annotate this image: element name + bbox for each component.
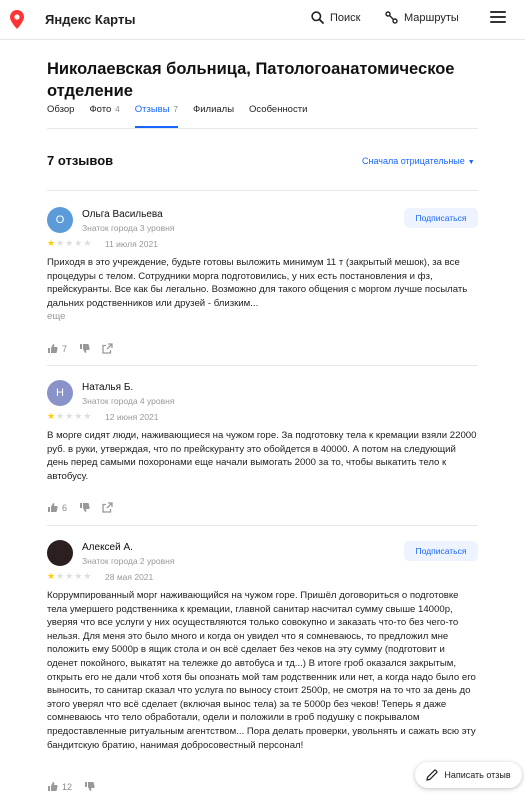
like-count: 6 (62, 502, 68, 513)
thumbs-down-icon (85, 782, 95, 791)
like-button[interactable]: 12 (47, 781, 72, 792)
like-button[interactable]: 7 (47, 343, 67, 354)
write-review-button[interactable]: Написать отзыв (415, 762, 522, 788)
review-card: О Ольга Васильева Знаток города 3 уровня… (47, 207, 478, 357)
review-text-body: Коррумпированный морг наживающийся на чу… (47, 590, 476, 751)
review-actions: 6 (47, 502, 125, 513)
logo-text[interactable]: Яндекс Карты (45, 12, 135, 27)
tab-label: Отзывы (134, 104, 170, 115)
review-rating: ★ ★ ★ ★ ★ (47, 238, 91, 249)
review-author[interactable]: Ольга Васильева (82, 209, 163, 220)
tab-features[interactable]: Особенности (249, 104, 307, 128)
avatar[interactable]: Н (47, 380, 73, 406)
sort-label: Сначала отрицательные (362, 156, 465, 166)
review-divider (47, 190, 478, 191)
avatar[interactable]: О (47, 207, 73, 233)
review-actions: 12 (47, 781, 107, 792)
tab-photos[interactable]: Фото 4 (89, 104, 119, 128)
thumbs-down-icon (80, 503, 90, 512)
share-button[interactable] (102, 343, 113, 354)
review-date: 28 мая 2021 (105, 572, 154, 582)
review-rating: ★ ★ ★ ★ ★ (47, 411, 91, 422)
star-empty-icon: ★ (65, 238, 74, 248)
tab-label: Фото (89, 104, 112, 115)
review-author[interactable]: Алексей А. (82, 542, 133, 553)
thumbs-up-icon (48, 344, 58, 353)
review-text-body: Приходя в это учреждение, будьте готовы … (47, 257, 468, 309)
hamburger-menu-icon[interactable] (484, 8, 512, 30)
review-date: 12 июня 2021 (105, 412, 159, 422)
star-empty-icon: ★ (65, 411, 74, 421)
page-title: Николаевская больница, Патологоанатомиче… (47, 60, 455, 100)
sort-dropdown[interactable]: Сначала отрицательные ▼ (362, 156, 475, 166)
star-filled-icon: ★ (47, 571, 56, 581)
like-count: 7 (62, 343, 68, 354)
review-divider (47, 365, 478, 366)
star-empty-icon: ★ (56, 411, 65, 421)
tab-overview[interactable]: Обзор (47, 104, 74, 128)
star-empty-icon: ★ (56, 238, 65, 248)
tab-reviews[interactable]: Отзывы 7 (134, 104, 179, 128)
tab-branches[interactable]: Филиалы (193, 104, 234, 128)
show-more-link[interactable]: еще (47, 310, 478, 324)
tab-label: Особенности (249, 104, 308, 115)
pencil-icon (426, 769, 438, 781)
review-text: Приходя в это учреждение, будьте готовы … (47, 256, 478, 324)
like-count: 12 (62, 781, 73, 792)
tab-count: 4 (115, 105, 120, 114)
tab-label: Филиалы (193, 104, 235, 115)
tab-count: 7 (173, 105, 178, 114)
star-empty-icon: ★ (65, 571, 74, 581)
routes-icon (385, 11, 398, 24)
review-actions: 7 (47, 343, 125, 354)
write-review-label: Написать отзыв (444, 770, 511, 780)
thumbs-up-icon (48, 782, 58, 791)
tab-bar: Обзор Фото 4 Отзывы 7 Филиалы Особенности (47, 104, 307, 128)
star-filled-icon: ★ (47, 238, 56, 248)
subscribe-button[interactable]: Подписаться (404, 208, 478, 228)
review-card: Н Наталья Б. Знаток города 4 уровня ★ ★ ★ ★… (47, 380, 478, 520)
dislike-button[interactable] (84, 781, 95, 792)
review-author-level: Знаток города 3 уровня (82, 223, 175, 233)
search-icon (311, 11, 324, 24)
star-empty-icon: ★ (56, 571, 65, 581)
star-empty-icon: ★ (83, 571, 92, 581)
star-empty-icon: ★ (83, 411, 92, 421)
star-empty-icon: ★ (83, 238, 92, 248)
subscribe-button[interactable]: Подписаться (404, 541, 478, 561)
avatar[interactable] (47, 540, 73, 566)
review-card: Алексей А. Знаток города 2 уровня Подпис… (47, 540, 478, 795)
map-pin-logo-icon[interactable] (10, 10, 24, 29)
top-bar: Яндекс Карты Поиск Маршруты (0, 0, 525, 40)
share-icon (102, 502, 113, 513)
dislike-button[interactable] (79, 502, 90, 513)
reviews-count: 7 отзывов (47, 153, 114, 168)
tab-label: Обзор (47, 104, 75, 115)
review-rating: ★ ★ ★ ★ ★ (47, 571, 91, 582)
search-button[interactable]: Поиск (311, 11, 360, 24)
thumbs-up-icon (48, 503, 58, 512)
review-text-body: В морге сидят люди, наживающиеся на чужо… (47, 430, 477, 482)
star-empty-icon: ★ (74, 411, 83, 421)
review-author-level: Знаток города 2 уровня (82, 556, 175, 566)
review-date: 11 июля 2021 (105, 239, 158, 249)
share-button[interactable] (102, 502, 113, 513)
chevron-down-icon: ▼ (467, 159, 475, 166)
review-text: Коррумпированный морг наживающийся на чу… (47, 589, 478, 752)
star-empty-icon: ★ (74, 571, 83, 581)
tabs-divider (47, 128, 478, 129)
star-empty-icon: ★ (74, 238, 83, 248)
search-label: Поиск (330, 11, 361, 24)
thumbs-down-icon (80, 344, 90, 353)
review-divider (47, 525, 478, 526)
star-filled-icon: ★ (47, 411, 56, 421)
review-author-level: Знаток города 4 уровня (82, 396, 175, 406)
share-icon (102, 343, 113, 354)
like-button[interactable]: 6 (47, 502, 67, 513)
review-text: В морге сидят люди, наживающиеся на чужо… (47, 429, 478, 483)
dislike-button[interactable] (79, 343, 90, 354)
review-author[interactable]: Наталья Б. (82, 382, 133, 393)
routes-button[interactable]: Маршруты (385, 11, 459, 24)
routes-label: Маршруты (404, 11, 459, 24)
